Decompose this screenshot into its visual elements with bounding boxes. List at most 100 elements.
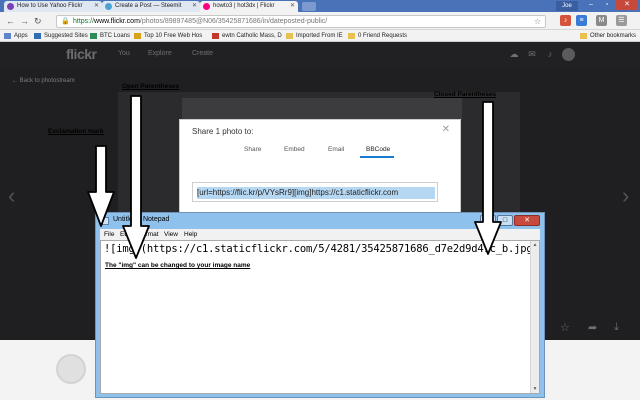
bookmark-label: Suggested Sites: [44, 33, 88, 39]
share-icon[interactable]: ➦: [588, 321, 597, 334]
yahoo-favicon-icon: [7, 3, 14, 10]
open-parentheses-label: Open Parentheses: [122, 83, 180, 90]
flickr-header: flickr You Explore Create ☁ ✉ ♪: [0, 42, 640, 68]
url-path: /photos/89897485@N06/35425871686/in/date…: [139, 18, 328, 25]
tab-title: Create a Post — Steemit: [115, 3, 182, 9]
notepad-title: Untitled - Notepad: [113, 216, 170, 223]
chrome-menu-icon[interactable]: ☰: [616, 15, 627, 26]
flickr-favicon-icon: [203, 3, 210, 10]
folder-icon: [286, 33, 293, 39]
menu-help[interactable]: Help: [184, 229, 197, 240]
upload-cloud-icon[interactable]: ☁: [508, 49, 520, 60]
tab-embed[interactable]: Embed: [284, 146, 305, 153]
nav-you[interactable]: You: [118, 50, 130, 57]
bookmark-label: BTC Loans: [100, 33, 131, 39]
flickr-logo[interactable]: flickr: [66, 46, 97, 62]
menu-view[interactable]: View: [164, 229, 178, 240]
extension-3-icon[interactable]: M: [596, 15, 607, 26]
maximize-icon[interactable]: □: [497, 215, 513, 226]
bookmark-label: Apps: [14, 33, 28, 39]
bookmark-label: Top 10 Free Web Hos: [144, 33, 203, 39]
favorite-star-icon[interactable]: ☆: [560, 321, 570, 334]
tab-email[interactable]: Email: [328, 146, 344, 153]
back-icon[interactable]: ←: [6, 15, 15, 27]
forward-icon[interactable]: →: [20, 15, 29, 27]
bookmark-suggested-sites[interactable]: Suggested Sites: [34, 30, 88, 42]
exclamation-mark-label: Exclamation mark: [48, 128, 104, 135]
bell-icon[interactable]: ♪: [544, 49, 556, 60]
nav-explore[interactable]: Explore: [148, 50, 172, 57]
photo-content: [182, 98, 462, 120]
bookmark-apps[interactable]: Apps: [4, 30, 28, 42]
minimize-icon[interactable]: –: [480, 215, 496, 226]
bookmark-star-icon[interactable]: ☆: [534, 16, 541, 27]
extension-2-icon[interactable]: ≡: [576, 15, 587, 26]
scroll-down-icon[interactable]: ▼: [532, 386, 538, 392]
next-photo-icon[interactable]: ›: [622, 183, 629, 209]
folder-icon: [348, 33, 355, 39]
bookmark-other[interactable]: Other bookmarks: [580, 30, 636, 42]
close-window-icon[interactable]: ✕: [616, 0, 638, 10]
profile-badge[interactable]: Joe: [556, 1, 578, 11]
bbcode-value[interactable]: [url=https://flic.kr/p/VYsRr9][img]https…: [197, 187, 435, 199]
url-protocol: https://: [73, 18, 95, 25]
previous-photo-icon[interactable]: ‹: [8, 183, 15, 209]
reload-icon[interactable]: ↻: [34, 15, 42, 27]
bookmark-imported-from-ie[interactable]: Imported From IE: [286, 30, 343, 42]
browser-tab-strip: How to Use Yahoo Flickr ✕ Create a Post …: [0, 0, 640, 12]
notepad-text-area[interactable]: ![img](https://c1.staticflickr.com/5/428…: [100, 240, 540, 394]
owner-avatar[interactable]: [56, 354, 86, 384]
address-toolbar: ← → ↻ 🔒 https://www.flickr.com/photos/89…: [0, 12, 640, 30]
active-tab-indicator: [360, 156, 394, 158]
scroll-up-icon[interactable]: ▲: [532, 242, 538, 248]
tab-title: How to Use Yahoo Flickr: [17, 3, 83, 9]
bookmark-ewtn[interactable]: ewtn Catholic Mass, D: [212, 30, 282, 42]
vertical-scrollbar[interactable]: ▲ ▼: [530, 241, 539, 393]
ie-icon: [34, 33, 41, 39]
share-dialog: Share 1 photo to: ✕ Share Embed Email BB…: [179, 119, 461, 215]
avatar[interactable]: [562, 48, 575, 61]
folder-icon: [580, 33, 587, 39]
bookmark-label: Imported From IE: [296, 33, 343, 39]
back-to-photostream-link[interactable]: ← Back to photostream: [12, 78, 75, 84]
share-dialog-title: Share 1 photo to:: [192, 127, 254, 136]
close-icon[interactable]: ✕: [514, 215, 540, 226]
menu-format[interactable]: Format: [138, 229, 159, 240]
bbcode-field[interactable]: [url=https://flic.kr/p/VYsRr9][img]https…: [192, 182, 438, 202]
btc-icon: [90, 33, 97, 39]
menu-edit[interactable]: Edit: [120, 229, 131, 240]
close-tab-icon[interactable]: ✕: [192, 1, 197, 12]
tab-title: howto3 | hot3dx | Flickr: [213, 3, 275, 9]
notepad-icon: [101, 217, 109, 225]
bookmark-friend-requests[interactable]: 0 Friend Requests: [348, 30, 407, 42]
new-tab-button[interactable]: [302, 2, 316, 11]
url-input[interactable]: 🔒 https://www.flickr.com/photos/89897485…: [56, 15, 546, 28]
notepad-window: Untitled - Notepad – □ ✕ File Edit Forma…: [95, 212, 545, 398]
extension-label: ☰: [618, 17, 625, 24]
nav-create[interactable]: Create: [192, 50, 213, 57]
close-tab-icon[interactable]: ✕: [290, 1, 295, 12]
menu-file[interactable]: File: [104, 229, 114, 240]
browser-tab-2[interactable]: Create a Post — Steemit ✕: [102, 1, 200, 12]
markdown-image-line: ![img](https://c1.staticflickr.com/5/428…: [104, 243, 539, 255]
apps-grid-icon: [4, 33, 11, 39]
close-icon[interactable]: ✕: [442, 124, 450, 135]
maximize-icon[interactable]: ▫: [600, 0, 614, 10]
tab-bbcode[interactable]: BBCode: [366, 146, 390, 153]
bookmarks-bar: Apps Suggested Sites BTC Loans Top 10 Fr…: [0, 30, 640, 42]
bookmark-btc-loans[interactable]: BTC Loans: [90, 30, 130, 42]
tab-share[interactable]: Share: [244, 146, 261, 153]
img-note-line: The "img" can be changed to your image n…: [105, 262, 251, 269]
download-icon[interactable]: ⤓: [614, 321, 619, 334]
browser-tab-3[interactable]: howto3 | hot3dx | Flickr ✕: [200, 1, 298, 12]
notepad-menubar: File Edit Format View Help: [100, 229, 540, 240]
notepad-titlebar[interactable]: Untitled - Notepad – □ ✕: [96, 213, 544, 229]
extension-label: ♪: [563, 17, 568, 24]
bookmark-top-10-web-hosts[interactable]: Top 10 Free Web Hos: [134, 30, 202, 42]
browser-tab-1[interactable]: How to Use Yahoo Flickr ✕: [4, 1, 102, 12]
ewtn-icon: [212, 33, 219, 39]
close-tab-icon[interactable]: ✕: [94, 1, 99, 12]
extension-1-icon[interactable]: ♪: [560, 15, 571, 26]
minimize-icon[interactable]: –: [584, 0, 598, 10]
notifications-icon[interactable]: ✉: [526, 49, 538, 60]
